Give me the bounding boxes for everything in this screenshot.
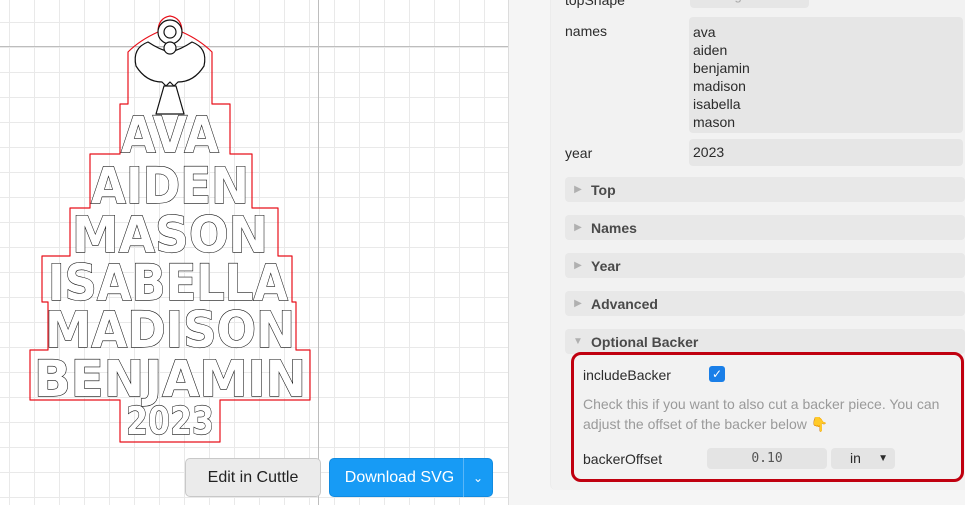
edit-in-cuttle-button[interactable]: Edit in Cuttle — [185, 458, 321, 497]
checkmark-icon: ✓ — [711, 367, 723, 381]
section-names[interactable]: ▶ Names — [565, 215, 965, 240]
section-label: Year — [591, 257, 621, 274]
section-label: Names — [591, 219, 637, 236]
download-svg-button[interactable]: Download SVG ⌄ — [329, 458, 493, 497]
names-line: aiden — [693, 42, 728, 58]
year-label: year — [565, 145, 593, 161]
backer-help-text: Check this if you want to also cut a bac… — [583, 396, 940, 432]
names-line: benjamin — [693, 60, 750, 76]
include-backer-label: includeBacker — [583, 367, 671, 383]
section-label: Top — [591, 181, 616, 198]
chevron-right-icon: ▶ — [574, 298, 582, 309]
ornament-year: 2023 — [126, 399, 214, 443]
backer-unit-select[interactable]: in ▼ — [831, 448, 895, 469]
angel-icon — [134, 41, 206, 115]
names-line: madison — [693, 78, 746, 94]
chevron-right-icon: ▶ — [574, 260, 582, 271]
names-label: names — [565, 23, 608, 39]
backer-offset-label: backerOffset — [583, 451, 663, 467]
names-line: ava — [693, 24, 716, 40]
names-line: isabella — [693, 96, 741, 112]
edit-in-cuttle-label: Edit in Cuttle — [207, 468, 299, 486]
section-top[interactable]: ▶ Top — [565, 177, 965, 202]
names-textarea[interactable]: ava aiden benjamin madison isabella maso… — [689, 17, 963, 133]
download-svg-label: Download SVG — [344, 468, 455, 486]
section-advanced[interactable]: ▶ Advanced — [565, 291, 965, 316]
chevron-right-icon: ▶ — [574, 222, 582, 233]
section-optional-backer[interactable]: ▼ Optional Backer — [565, 329, 965, 354]
ornament-names: AVA AIDEN MASON ISABELLA MADISON BENJAMI… — [33, 105, 306, 443]
section-year[interactable]: ▶ Year — [565, 253, 965, 278]
parameters-panel: topShape angel names ava aiden benjamin … — [509, 0, 965, 505]
backer-offset-input[interactable]: 0.10 — [707, 448, 827, 469]
ornament-name: AVA — [121, 106, 219, 164]
section-label: Optional Backer — [591, 333, 699, 350]
topshape-label: topShape — [565, 0, 625, 8]
design-canvas[interactable]: AVA AIDEN MASON ISABELLA MADISON BENJAMI… — [0, 0, 508, 505]
chevron-down-icon: ▼ — [878, 453, 888, 464]
names-line: mason — [693, 114, 736, 130]
section-label: Advanced — [591, 295, 658, 312]
ornament-preview[interactable]: AVA AIDEN MASON ISABELLA MADISON BENJAMI… — [20, 12, 320, 452]
chevron-down-icon: ▼ — [573, 336, 583, 347]
chevron-down-icon[interactable]: ⌄ — [464, 471, 492, 485]
include-backer-checkbox[interactable]: ✓ — [709, 366, 725, 382]
chevron-right-icon: ▶ — [574, 184, 582, 195]
topshape-select[interactable]: angel — [690, 0, 809, 8]
year-input[interactable]: 2023 — [689, 139, 963, 166]
backer-unit-value: in — [850, 450, 861, 466]
